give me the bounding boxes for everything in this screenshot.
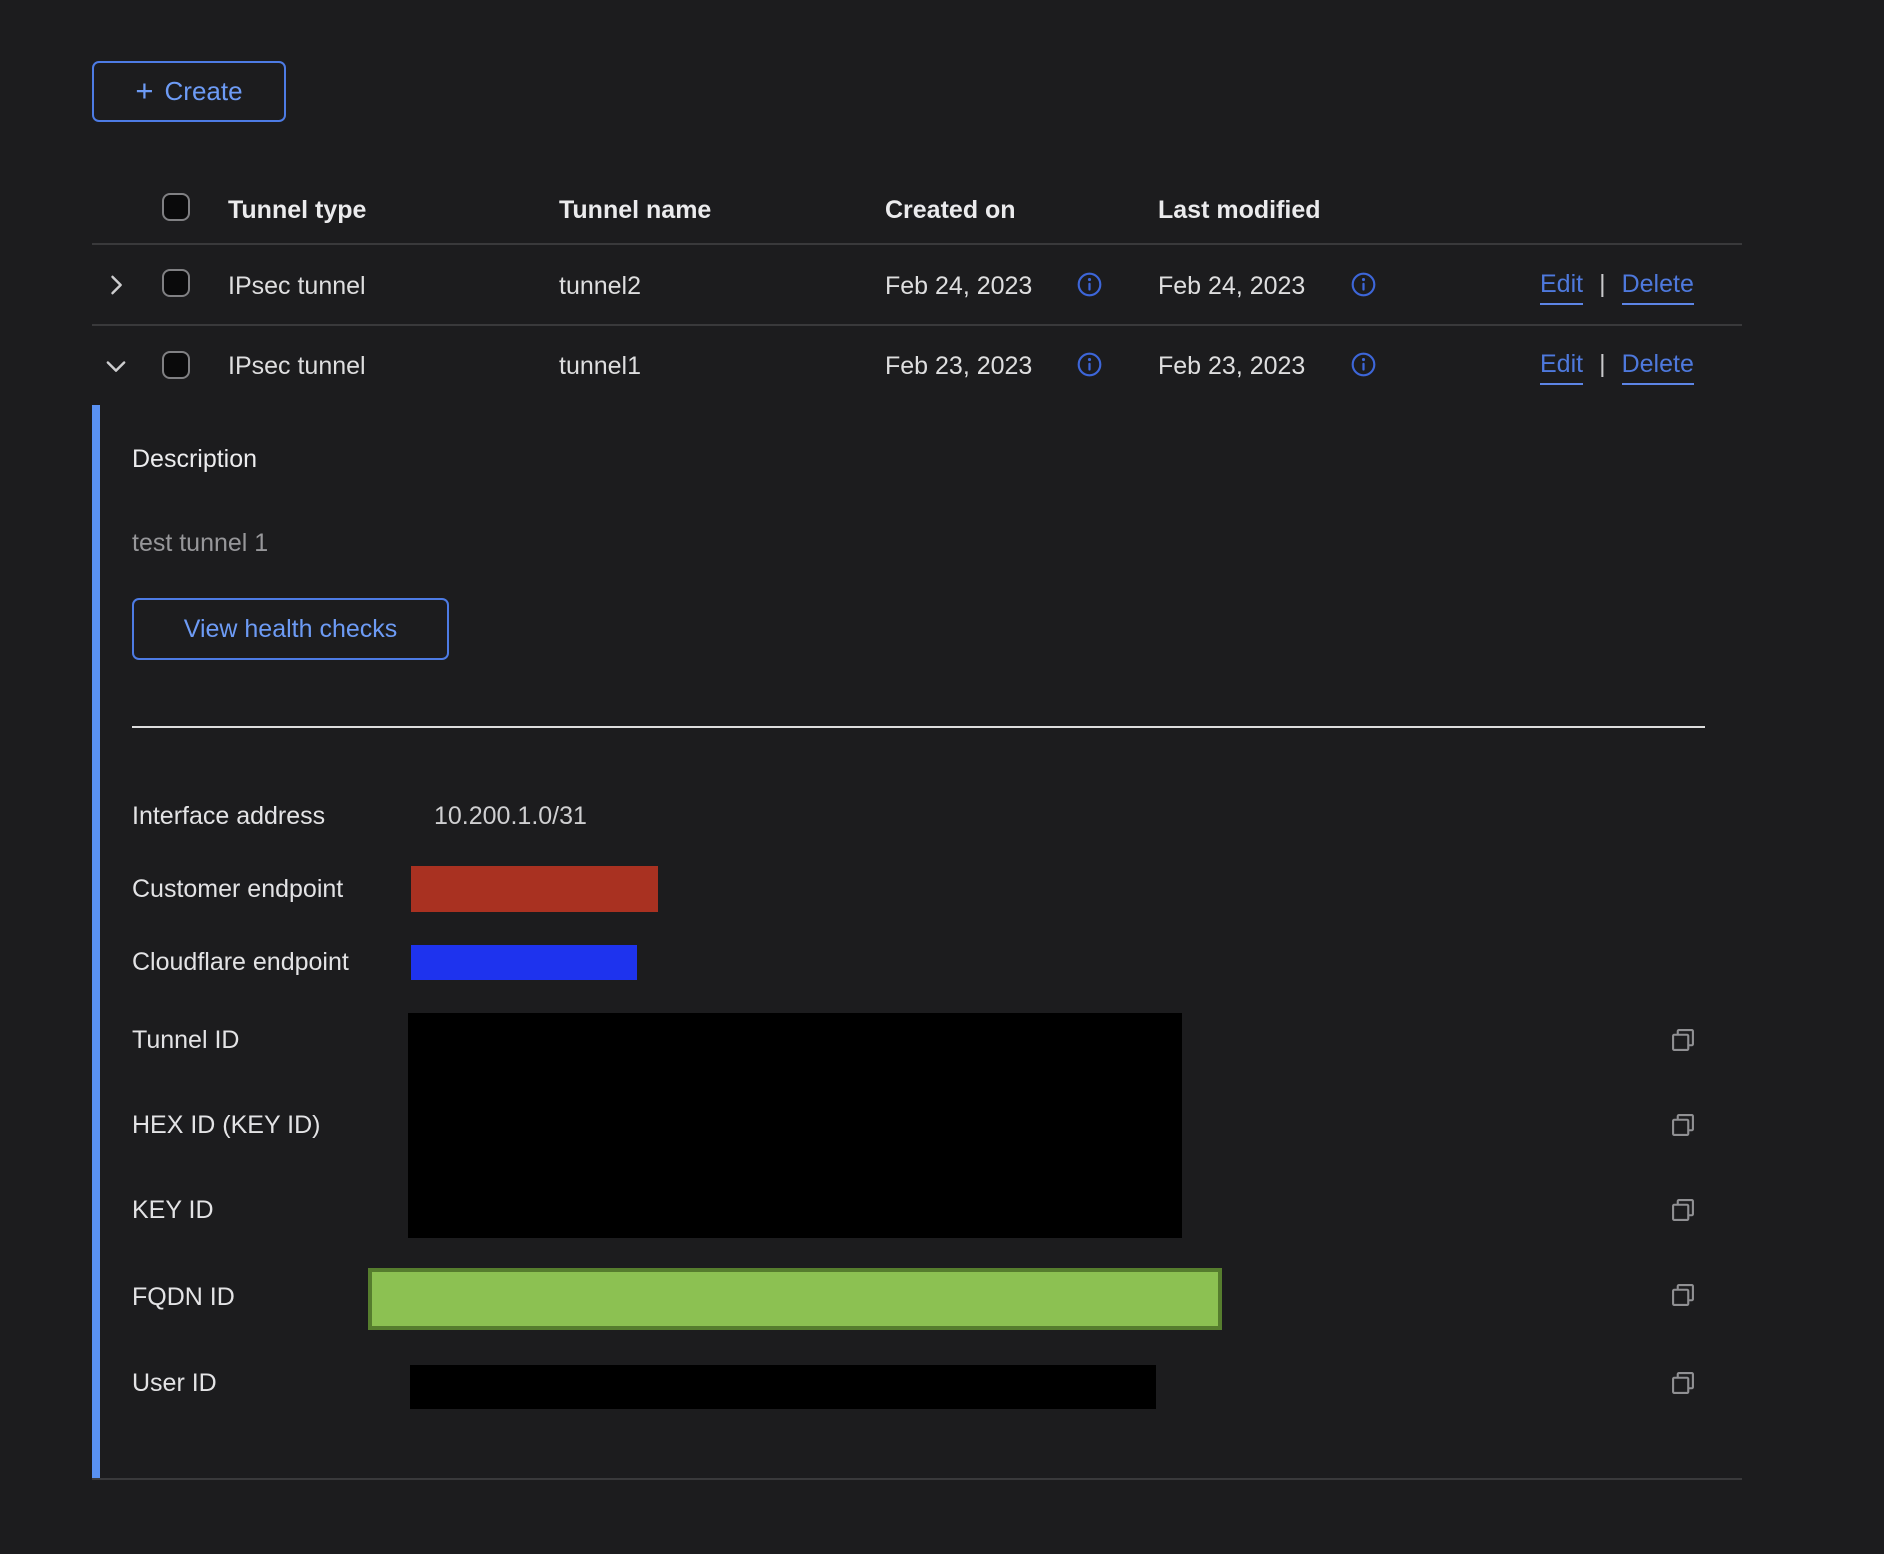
select-row-checkbox[interactable]	[162, 269, 190, 297]
action-separator: |	[1599, 270, 1606, 298]
column-header-created-on: Created on	[885, 196, 1016, 224]
edit-link[interactable]: Edit	[1540, 350, 1583, 385]
created-on-cell: Feb 24, 2023	[885, 272, 1032, 300]
detail-label-interface-address: Interface address	[132, 801, 325, 831]
edit-link[interactable]: Edit	[1540, 270, 1583, 305]
copy-icon[interactable]	[1669, 1281, 1697, 1309]
table-bottom-divider	[92, 1478, 1742, 1480]
delete-link[interactable]: Delete	[1622, 350, 1694, 385]
delete-link[interactable]: Delete	[1622, 270, 1694, 305]
create-button[interactable]: + Create	[92, 61, 286, 122]
last-modified-cell: Feb 23, 2023	[1158, 352, 1305, 380]
copy-icon[interactable]	[1669, 1196, 1697, 1224]
redacted-id-values	[408, 1013, 1182, 1238]
row-actions: Edit | Delete	[1540, 270, 1694, 305]
detail-label-fqdn-id: FQDN ID	[132, 1282, 235, 1312]
redacted-fqdn-id	[368, 1268, 1222, 1330]
tunnel-type-cell: IPsec tunnel	[228, 272, 366, 300]
info-icon[interactable]	[1076, 351, 1103, 378]
column-header-last-modified: Last modified	[1158, 196, 1321, 224]
info-icon[interactable]	[1350, 351, 1377, 378]
column-header-tunnel-type: Tunnel type	[228, 196, 366, 224]
info-icon[interactable]	[1350, 271, 1377, 298]
redacted-cloudflare-endpoint	[411, 945, 637, 980]
column-header-tunnel-name: Tunnel name	[559, 196, 711, 224]
action-separator: |	[1599, 350, 1606, 378]
row-divider	[92, 324, 1742, 326]
info-icon[interactable]	[1076, 271, 1103, 298]
expanded-panel-accent-bar	[92, 405, 100, 1479]
create-button-label: Create	[165, 76, 243, 107]
tunnels-page: + Create Tunnel type Tunnel name Created…	[0, 0, 1884, 1554]
select-all-checkbox[interactable]	[162, 193, 190, 221]
last-modified-cell: Feb 24, 2023	[1158, 272, 1305, 300]
view-health-checks-button[interactable]: View health checks	[132, 598, 449, 660]
redacted-user-id	[410, 1365, 1156, 1409]
header-divider	[92, 243, 1742, 245]
description-value: test tunnel 1	[132, 528, 268, 558]
description-label: Description	[132, 444, 257, 474]
copy-icon[interactable]	[1669, 1111, 1697, 1139]
select-row-checkbox[interactable]	[162, 351, 190, 379]
chevron-right-icon[interactable]	[102, 271, 130, 299]
copy-icon[interactable]	[1669, 1026, 1697, 1054]
created-on-cell: Feb 23, 2023	[885, 352, 1032, 380]
tunnel-name-cell: tunnel2	[559, 272, 641, 300]
detail-label-customer-endpoint: Customer endpoint	[132, 874, 343, 904]
detail-label-key-id: KEY ID	[132, 1195, 214, 1225]
plus-icon: +	[135, 78, 153, 104]
row-actions: Edit | Delete	[1540, 350, 1694, 385]
view-health-checks-label: View health checks	[184, 615, 398, 644]
detail-label-hex-id: HEX ID (KEY ID)	[132, 1110, 320, 1140]
detail-label-user-id: User ID	[132, 1368, 217, 1398]
copy-icon[interactable]	[1669, 1369, 1697, 1397]
redacted-customer-endpoint	[411, 866, 658, 912]
detail-label-tunnel-id: Tunnel ID	[132, 1025, 239, 1055]
tunnel-name-cell: tunnel1	[559, 352, 641, 380]
detail-value-interface-address: 10.200.1.0/31	[434, 801, 587, 831]
section-divider	[132, 726, 1705, 728]
detail-label-cloudflare-endpoint: Cloudflare endpoint	[132, 947, 349, 977]
tunnel-type-cell: IPsec tunnel	[228, 352, 366, 380]
chevron-down-icon[interactable]	[102, 352, 130, 380]
